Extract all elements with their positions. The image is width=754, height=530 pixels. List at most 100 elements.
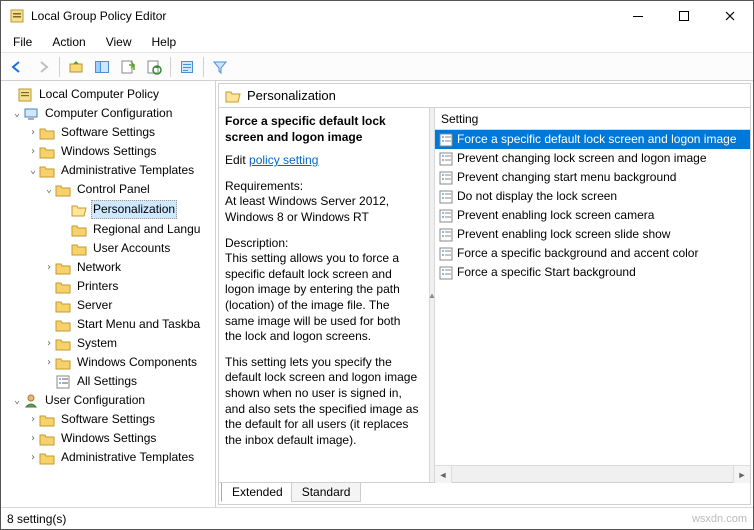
properties-button[interactable] bbox=[175, 55, 199, 79]
tree-user-accounts[interactable]: User Accounts bbox=[1, 239, 215, 258]
expander-icon[interactable]: ⌄ bbox=[11, 105, 23, 122]
content-pane: Personalization Force a specific default… bbox=[218, 83, 751, 505]
menu-help[interactable]: Help bbox=[144, 33, 185, 51]
watermark: wsxdn.com bbox=[692, 513, 747, 525]
setting-row[interactable]: Force a specific default lock screen and… bbox=[435, 130, 750, 149]
folder-icon bbox=[55, 298, 71, 314]
minimize-button[interactable] bbox=[615, 1, 661, 31]
menu-file[interactable]: File bbox=[5, 33, 40, 51]
tree-computer-config[interactable]: ⌄ Computer Configuration bbox=[1, 104, 215, 123]
horizontal-scrollbar[interactable]: ◄ ► bbox=[435, 465, 750, 482]
folder-icon bbox=[55, 317, 71, 333]
folder-icon bbox=[39, 450, 55, 466]
setting-row[interactable]: Force a specific Start background bbox=[435, 263, 750, 282]
window-title: Local Group Policy Editor bbox=[31, 9, 615, 23]
folder-icon bbox=[71, 222, 87, 238]
tree-all-settings[interactable]: All Settings bbox=[1, 372, 215, 391]
folder-icon bbox=[55, 355, 71, 371]
main-area: Local Computer Policy ⌄ Computer Configu… bbox=[1, 81, 753, 507]
list-column-header[interactable]: Setting bbox=[435, 108, 750, 130]
description-pane: Force a specific default lock screen and… bbox=[219, 108, 429, 482]
tree-pane: Local Computer Policy ⌄ Computer Configu… bbox=[1, 81, 216, 507]
menu-action[interactable]: Action bbox=[44, 33, 93, 51]
tree-uc-admin[interactable]: ›Administrative Templates bbox=[1, 448, 215, 467]
tree-control-panel[interactable]: ⌄Control Panel bbox=[1, 180, 215, 199]
policy-setting-icon bbox=[439, 247, 453, 261]
tree-uc-software[interactable]: ›Software Settings bbox=[1, 410, 215, 429]
show-hide-tree-button[interactable] bbox=[90, 55, 114, 79]
tree-cc-software[interactable]: ›Software Settings bbox=[1, 123, 215, 142]
view-tabs: Extended Standard bbox=[219, 482, 750, 504]
export-button[interactable] bbox=[116, 55, 140, 79]
folder-icon bbox=[55, 260, 71, 276]
titlebar: Local Group Policy Editor bbox=[1, 1, 753, 31]
policy-setting-icon bbox=[439, 152, 453, 166]
app-window: Local Group Policy Editor File Action Vi… bbox=[0, 0, 754, 530]
setting-row[interactable]: Prevent enabling lock screen slide show bbox=[435, 225, 750, 244]
tree-personalization[interactable]: Personalization bbox=[1, 199, 215, 220]
folder-icon bbox=[39, 163, 55, 179]
category-title: Personalization bbox=[247, 88, 336, 103]
description-p1: This setting allows you to force a speci… bbox=[225, 251, 419, 345]
menu-view[interactable]: View bbox=[98, 33, 140, 51]
menubar: File Action View Help bbox=[1, 31, 753, 53]
tree-root[interactable]: Local Computer Policy bbox=[1, 85, 215, 104]
requirements-head: Requirements: bbox=[225, 179, 419, 195]
maximize-button[interactable] bbox=[661, 1, 707, 31]
refresh-button[interactable] bbox=[142, 55, 166, 79]
expander-icon[interactable]: ⌄ bbox=[11, 392, 23, 409]
edit-label: Edit bbox=[225, 153, 246, 167]
scroll-left-icon[interactable]: ◄ bbox=[435, 466, 452, 483]
tree-start-menu[interactable]: Start Menu and Taskba bbox=[1, 315, 215, 334]
tree-system[interactable]: ›System bbox=[1, 334, 215, 353]
statusbar: 8 setting(s) wsxdn.com bbox=[1, 507, 753, 529]
policy-setting-icon bbox=[439, 228, 453, 242]
app-icon bbox=[9, 8, 25, 24]
setting-row[interactable]: Prevent changing start menu background bbox=[435, 168, 750, 187]
folder-icon bbox=[71, 241, 87, 257]
scroll-right-icon[interactable]: ► bbox=[733, 466, 750, 483]
folder-icon bbox=[55, 182, 71, 198]
back-button[interactable] bbox=[5, 55, 29, 79]
up-button[interactable] bbox=[64, 55, 88, 79]
filter-button[interactable] bbox=[208, 55, 232, 79]
setting-row[interactable]: Prevent changing lock screen and logon i… bbox=[435, 149, 750, 168]
tree-label: Local Computer Policy bbox=[37, 86, 161, 103]
settings-list-icon bbox=[55, 374, 71, 390]
policy-root-icon bbox=[17, 87, 33, 103]
tree-network[interactable]: ›Network bbox=[1, 258, 215, 277]
folder-icon bbox=[39, 144, 55, 160]
tree-printers[interactable]: Printers bbox=[1, 277, 215, 296]
settings-list-pane: Setting Force a specific default lock sc… bbox=[435, 108, 750, 482]
status-text: 8 setting(s) bbox=[7, 512, 66, 526]
folder-open-icon bbox=[71, 202, 87, 218]
edit-policy-link[interactable]: policy setting bbox=[249, 153, 318, 167]
policy-setting-icon bbox=[439, 266, 453, 280]
policy-setting-icon bbox=[439, 133, 453, 147]
tree-user-config[interactable]: ⌄ User Configuration bbox=[1, 391, 215, 410]
forward-button[interactable] bbox=[31, 55, 55, 79]
setting-row[interactable]: Prevent enabling lock screen camera bbox=[435, 206, 750, 225]
close-button[interactable] bbox=[707, 1, 753, 31]
tree-cc-windows[interactable]: ›Windows Settings bbox=[1, 142, 215, 161]
tree-server[interactable]: Server bbox=[1, 296, 215, 315]
setting-row[interactable]: Do not display the lock screen bbox=[435, 187, 750, 206]
toolbar bbox=[1, 53, 753, 81]
tree-win-components[interactable]: ›Windows Components bbox=[1, 353, 215, 372]
folder-icon bbox=[39, 412, 55, 428]
tree-cc-admin[interactable]: ⌄Administrative Templates bbox=[1, 161, 215, 180]
tree-regional[interactable]: Regional and Langu bbox=[1, 220, 215, 239]
folder-icon bbox=[55, 279, 71, 295]
tree-uc-windows[interactable]: ›Windows Settings bbox=[1, 429, 215, 448]
tab-standard[interactable]: Standard bbox=[291, 483, 362, 502]
tab-extended[interactable]: Extended bbox=[221, 483, 294, 502]
tree-label: Computer Configuration bbox=[43, 105, 174, 122]
policy-setting-icon bbox=[439, 171, 453, 185]
user-icon bbox=[23, 393, 39, 409]
folder-open-icon bbox=[225, 88, 241, 104]
setting-row[interactable]: Force a specific background and accent c… bbox=[435, 244, 750, 263]
description-p2: This setting lets you specify the defaul… bbox=[225, 355, 419, 449]
policy-setting-icon bbox=[439, 209, 453, 223]
requirements-body: At least Windows Server 2012, Windows 8 … bbox=[225, 194, 419, 225]
settings-list: Force a specific default lock screen and… bbox=[435, 130, 750, 465]
